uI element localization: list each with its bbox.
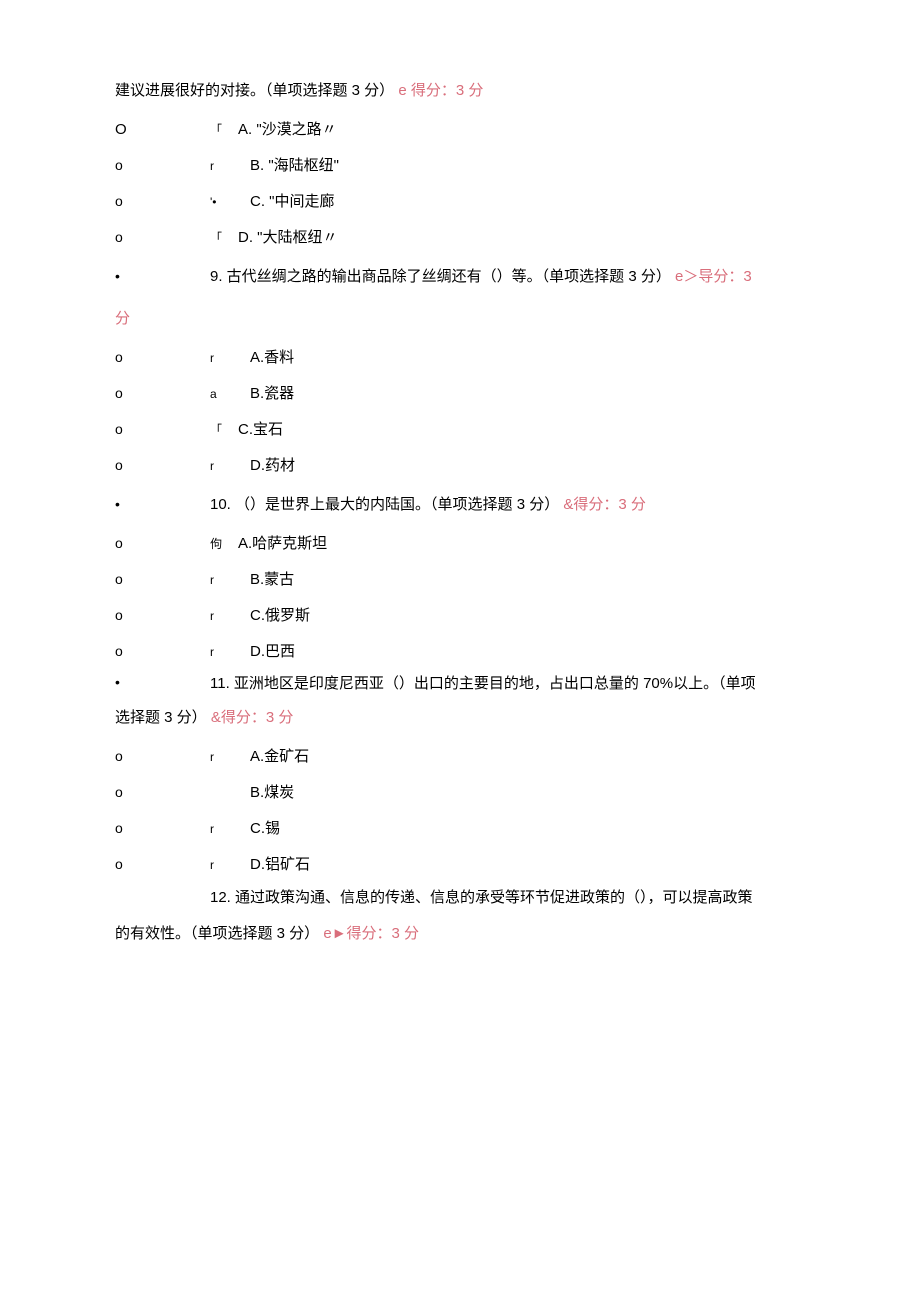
- q8-continuation-line: 建议进展很好的对接。（单项选择题 3 分） e 得分：3 分: [115, 70, 860, 112]
- option-text: D.药材: [250, 448, 295, 484]
- q12-cont-text: 的有效性。（单项选择题 3 分）: [115, 925, 319, 942]
- bullet-icon: o: [115, 149, 210, 183]
- option-text: B.煤炭: [250, 775, 294, 811]
- q10-option-d[interactable]: o r D.巴西: [115, 634, 860, 670]
- option-text: D. "大陆枢纽〃: [238, 220, 338, 256]
- radio-mark: r: [210, 743, 238, 772]
- q11-option-d[interactable]: o r D.铝矿石: [115, 847, 860, 883]
- q9-option-b[interactable]: o a B.瓷器: [115, 376, 860, 412]
- q12-number: 12.: [210, 883, 231, 913]
- bullet-icon: •: [115, 257, 210, 296]
- q8-option-b[interactable]: o r B. "海陆枢纽": [115, 148, 860, 184]
- bullet-icon: o: [115, 341, 210, 375]
- q9-number: 9.: [210, 256, 223, 298]
- q11-text: 11. 亚洲地区是印度尼西亚（）出口的主要目的地，占出口总量的 70%以上。（单…: [210, 670, 756, 697]
- q9-score: e＞导分：3: [675, 268, 752, 285]
- bullet-icon: o: [115, 185, 210, 219]
- radio-mark: a: [210, 380, 238, 409]
- q12-body: 通过政策沟通、信息的传递、信息的承受等环节促进政策的（），可以提高政策: [231, 889, 753, 906]
- radio-mark: 「: [210, 416, 238, 445]
- q10-option-a[interactable]: o 佝 A.哈萨克斯坦: [115, 526, 860, 562]
- option-text: B.蒙古: [250, 562, 294, 598]
- q9-score-continuation: 分: [115, 298, 860, 340]
- bullet-icon: o: [115, 413, 210, 447]
- q12-question: 12. 通过政策沟通、信息的传递、信息的承受等环节促进政策的（），可以提高政策: [115, 883, 860, 913]
- radio-mark: r: [210, 452, 238, 481]
- bullet-icon: o: [115, 812, 210, 846]
- option-text: C.锡: [250, 811, 280, 847]
- q10-body: （）是世界上最大的内陆国。（单项选择题 3 分）: [231, 496, 559, 513]
- radio-mark: r: [210, 638, 238, 667]
- bullet-icon: •: [115, 485, 210, 524]
- q12-score: e►得分：3 分: [323, 925, 419, 942]
- bullet-icon: o: [115, 527, 210, 561]
- option-text: D.铝矿石: [250, 847, 310, 883]
- bullet-icon: o: [115, 221, 210, 255]
- radio-mark: 「: [210, 224, 238, 253]
- q12-continuation: 的有效性。（单项选择题 3 分） e►得分：3 分: [115, 913, 860, 955]
- radio-mark: r: [210, 851, 238, 880]
- bullet-icon: o: [115, 563, 210, 597]
- q9-option-d[interactable]: o r D.药材: [115, 448, 860, 484]
- q11-cont-text: 选择题 3 分）: [115, 709, 207, 726]
- option-text: C.俄罗斯: [250, 598, 310, 634]
- q8-option-d[interactable]: o 「 D. "大陆枢纽〃: [115, 220, 860, 256]
- radio-mark: r: [210, 344, 238, 373]
- q8-option-c[interactable]: o '• C. "中间走廊: [115, 184, 860, 220]
- bullet-icon: o: [115, 740, 210, 774]
- radio-mark: 「: [210, 116, 238, 145]
- q11-score: &得分：3 分: [211, 709, 294, 726]
- option-text: A.哈萨克斯坦: [238, 526, 327, 562]
- option-text: C.宝石: [238, 412, 283, 448]
- option-text: A.香料: [250, 340, 294, 376]
- bullet-icon: o: [115, 848, 210, 882]
- q11-option-b[interactable]: o B.煤炭: [115, 775, 860, 811]
- q9-option-a[interactable]: o r A.香料: [115, 340, 860, 376]
- q11-number: 11.: [210, 670, 230, 697]
- bullet-icon: o: [115, 377, 210, 411]
- q11-continuation: 选择题 3 分） &得分：3 分: [115, 697, 860, 739]
- option-text: A. "沙漠之路〃: [238, 112, 337, 148]
- q10-question: • 10. （）是世界上最大的内陆国。（单项选择题 3 分） &得分：3 分: [115, 484, 860, 526]
- q11-question: • 11. 亚洲地区是印度尼西亚（）出口的主要目的地，占出口总量的 70%以上。…: [115, 670, 860, 697]
- q10-option-b[interactable]: o r B.蒙古: [115, 562, 860, 598]
- q10-score: &得分：3 分: [563, 496, 646, 513]
- q9-option-c[interactable]: o 「 C.宝石: [115, 412, 860, 448]
- radio-mark: r: [210, 152, 238, 181]
- q10-text: 10. （）是世界上最大的内陆国。（单项选择题 3 分） &得分：3 分: [210, 484, 646, 526]
- radio-mark: '•: [210, 188, 238, 217]
- option-text: C. "中间走廊: [250, 184, 335, 220]
- bullet-icon: O: [115, 112, 210, 148]
- bullet-icon: o: [115, 599, 210, 633]
- radio-mark: r: [210, 566, 238, 595]
- option-text: D.巴西: [250, 634, 295, 670]
- radio-mark: 佝: [210, 530, 238, 559]
- q9-text: 9. 古代丝绸之路的输出商品除了丝绸还有（）等。（单项选择题 3 分） e＞导分…: [210, 256, 752, 298]
- q12-text: 12. 通过政策沟通、信息的传递、信息的承受等环节促进政策的（），可以提高政策: [210, 889, 753, 906]
- radio-mark: r: [210, 602, 238, 631]
- q9-question: • 9. 古代丝绸之路的输出商品除了丝绸还有（）等。（单项选择题 3 分） e＞…: [115, 256, 860, 298]
- q8-score: e 得分：3 分: [398, 82, 483, 99]
- q10-number: 10.: [210, 484, 231, 526]
- document-content: 建议进展很好的对接。（单项选择题 3 分） e 得分：3 分 O 「 A. "沙…: [0, 70, 920, 955]
- q9-body: 古代丝绸之路的输出商品除了丝绸还有（）等。（单项选择题 3 分）: [223, 268, 671, 285]
- bullet-icon: o: [115, 776, 210, 810]
- option-text: B. "海陆枢纽": [250, 148, 339, 184]
- option-text: A.金矿石: [250, 739, 309, 775]
- bullet-icon: o: [115, 635, 210, 669]
- q10-option-c[interactable]: o r C.俄罗斯: [115, 598, 860, 634]
- q8-option-a[interactable]: O 「 A. "沙漠之路〃: [115, 112, 860, 148]
- bullet-icon: o: [115, 449, 210, 483]
- q11-body: 亚洲地区是印度尼西亚（）出口的主要目的地，占出口总量的 70%以上。（单项: [230, 675, 756, 692]
- q11-option-c[interactable]: o r C.锡: [115, 811, 860, 847]
- q8-cont-text: 建议进展很好的对接。（单项选择题 3 分）: [115, 82, 394, 99]
- q11-option-a[interactable]: o r A.金矿石: [115, 739, 860, 775]
- radio-mark: r: [210, 815, 238, 844]
- bullet-icon: •: [115, 670, 210, 695]
- option-text: B.瓷器: [250, 376, 294, 412]
